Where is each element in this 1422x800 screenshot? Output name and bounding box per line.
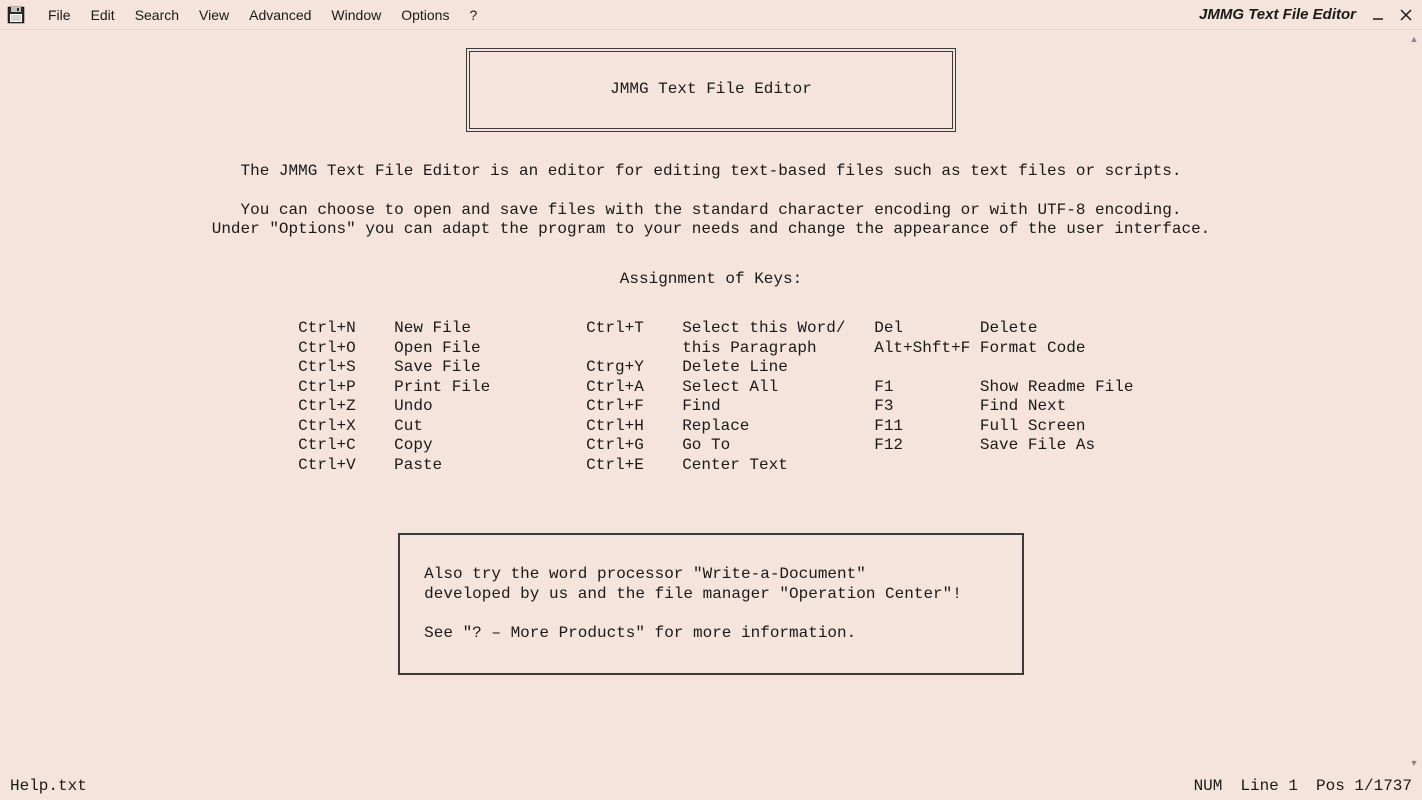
keys-heading: Assignment of Keys: bbox=[0, 270, 1422, 290]
status-line: Line 1 bbox=[1240, 777, 1298, 795]
document-title-box: JMMG Text File Editor bbox=[466, 48, 956, 132]
status-num: NUM bbox=[1194, 777, 1223, 795]
statusbar: Help.txt NUM Line 1 Pos 1/1737 bbox=[0, 772, 1422, 800]
promo-box: Also try the word processor "Write-a-Doc… bbox=[398, 533, 1024, 675]
menubar: File Edit Search View Advanced Window Op… bbox=[0, 0, 1422, 30]
promo-line-3 bbox=[424, 604, 962, 624]
menu-advanced[interactable]: Advanced bbox=[239, 3, 321, 27]
menu-file[interactable]: File bbox=[38, 3, 81, 27]
keys-grid: Ctrl+N New File Ctrl+T Select this Word/… bbox=[289, 319, 1134, 475]
window-controls bbox=[1368, 5, 1416, 25]
document-title-text: JMMG Text File Editor bbox=[610, 80, 812, 98]
promo-line-1: Also try the word processor "Write-a-Doc… bbox=[424, 565, 962, 585]
status-filename: Help.txt bbox=[10, 777, 1194, 795]
intro-line-1: The JMMG Text File Editor is an editor f… bbox=[0, 162, 1422, 182]
menu-help[interactable]: ? bbox=[459, 3, 487, 27]
app-title: JMMG Text File Editor bbox=[1199, 6, 1368, 23]
scroll-down-icon[interactable]: ▼ bbox=[1408, 756, 1421, 770]
app-icon bbox=[6, 5, 26, 25]
editor-content-area[interactable]: JMMG Text File Editor The JMMG Text File… bbox=[0, 30, 1422, 772]
editor-body[interactable]: JMMG Text File Editor The JMMG Text File… bbox=[0, 30, 1422, 675]
status-pos: Pos 1/1737 bbox=[1316, 777, 1412, 795]
intro-line-3: Under "Options" you can adapt the progra… bbox=[0, 220, 1422, 240]
menu-options[interactable]: Options bbox=[391, 3, 459, 27]
menu-view[interactable]: View bbox=[189, 3, 239, 27]
promo-line-2: developed by us and the file manager "Op… bbox=[424, 585, 962, 605]
close-button[interactable] bbox=[1396, 5, 1416, 25]
intro-text: The JMMG Text File Editor is an editor f… bbox=[0, 162, 1422, 240]
scroll-up-icon[interactable]: ▲ bbox=[1408, 32, 1421, 46]
promo-line-4: See "? – More Products" for more informa… bbox=[424, 624, 962, 644]
menu-search[interactable]: Search bbox=[125, 3, 189, 27]
intro-line-2: You can choose to open and save files wi… bbox=[0, 201, 1422, 221]
minimize-button[interactable] bbox=[1368, 5, 1388, 25]
menu-window[interactable]: Window bbox=[321, 3, 391, 27]
menu-edit[interactable]: Edit bbox=[81, 3, 125, 27]
vertical-scrollbar[interactable]: ▲ ▼ bbox=[1408, 32, 1420, 770]
